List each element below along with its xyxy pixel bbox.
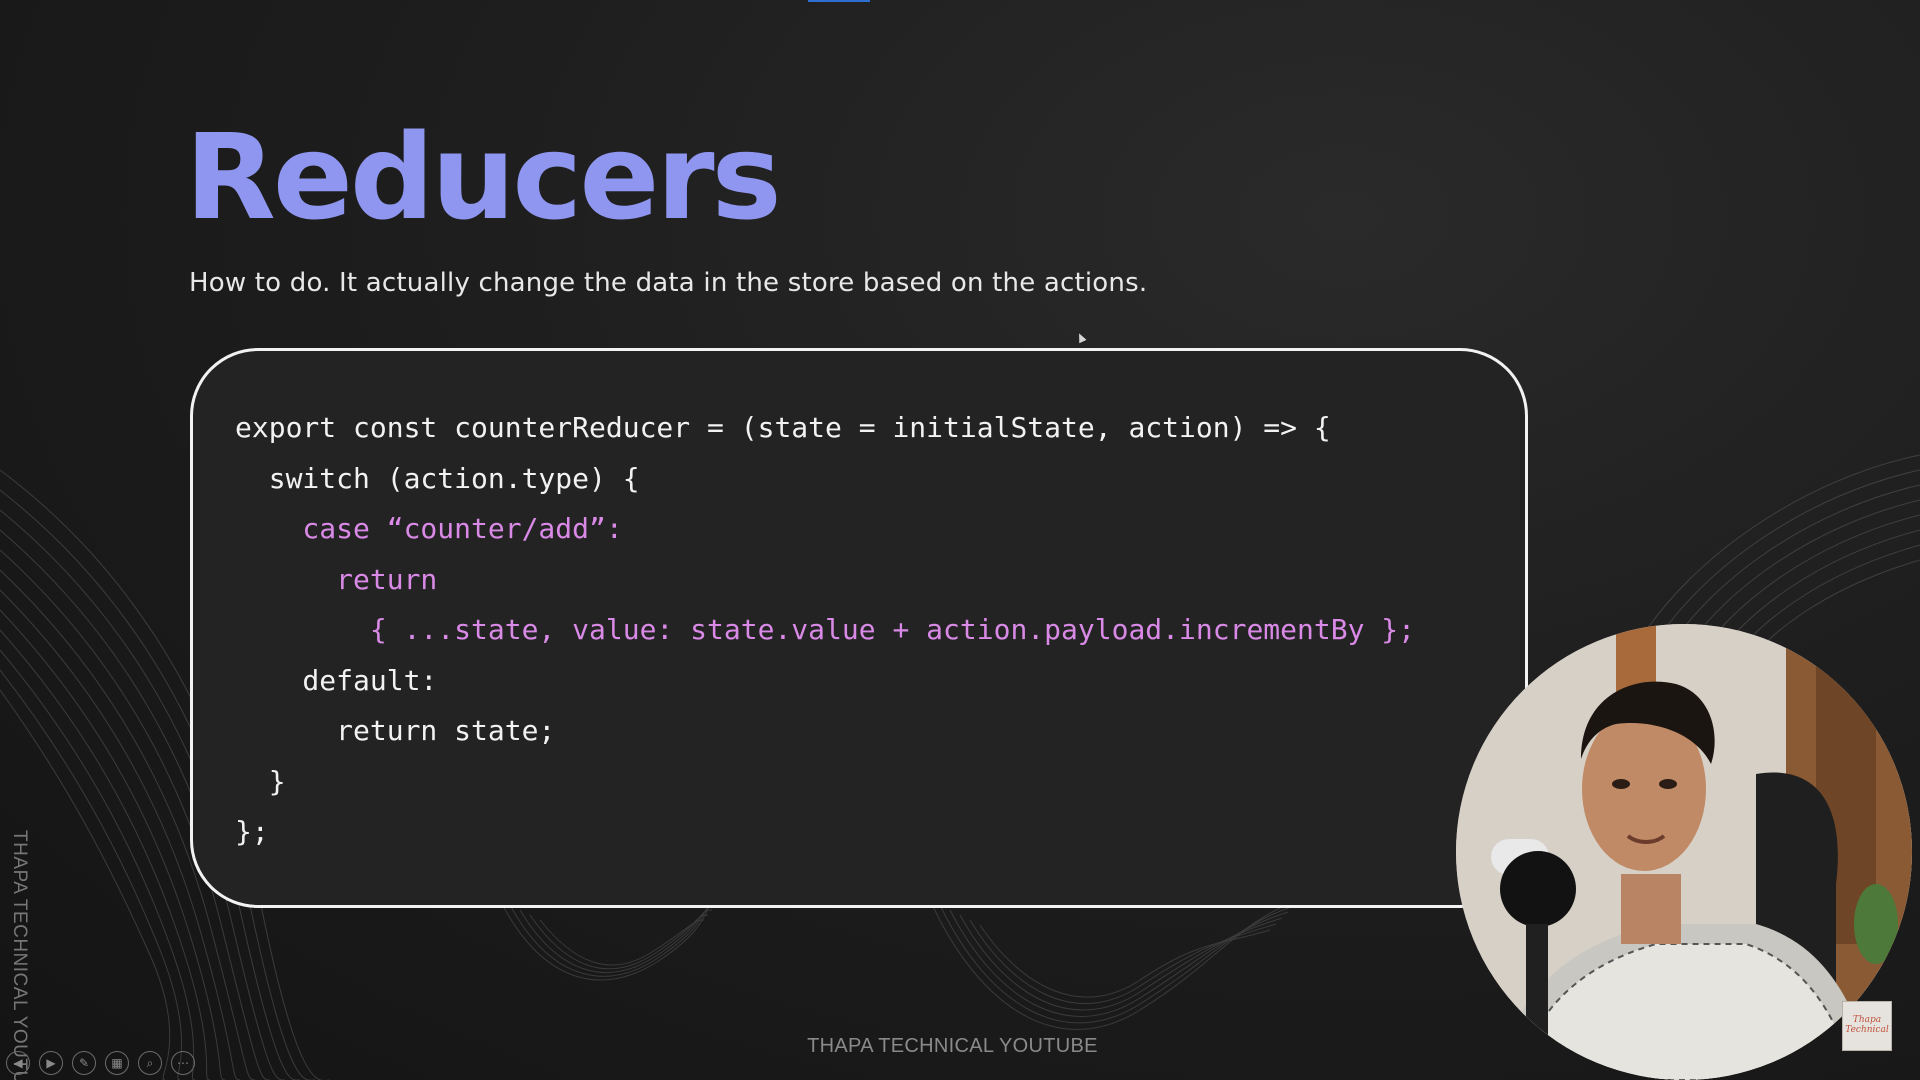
top-accent-line [808, 0, 870, 2]
more-options-icon[interactable]: ⋯ [171, 1051, 195, 1075]
presentation-slide: Reducers How to do. It actually change t… [0, 0, 1920, 1080]
code-line: case “counter/add”: [235, 512, 623, 545]
next-slide-icon[interactable]: ▶ [39, 1051, 63, 1075]
side-watermark: THAPA TECHNICAL YOUTUBE [9, 830, 30, 1080]
code-line: switch (action.type) { [235, 461, 640, 495]
code-line: } [235, 764, 286, 798]
code-line: }; [235, 815, 269, 848]
slide-title: Reducers [185, 108, 782, 246]
code-line: return [235, 562, 438, 596]
mouse-cursor-icon [1075, 331, 1087, 344]
pen-icon[interactable]: ✎ [72, 1051, 96, 1075]
zoom-icon[interactable]: ⌕ [138, 1051, 162, 1075]
code-line: { ...state, value: state.value + action.… [235, 613, 1416, 646]
code-block: export const counterReducer = (state = i… [190, 348, 1528, 908]
code-line: export const counterReducer = (state = i… [235, 411, 1331, 444]
channel-logo-text: Thapa Technical [1845, 1015, 1889, 1035]
previous-slide-icon[interactable]: ◀ [6, 1051, 30, 1075]
presenter-toolbar: ◀ ▶ ✎ ▦ ⌕ ⋯ [6, 1051, 195, 1075]
code-line: default: [235, 663, 438, 697]
slides-grid-icon[interactable]: ▦ [105, 1051, 129, 1075]
slide-subtitle: How to do. It actually change the data i… [189, 268, 1148, 298]
footer-watermark: THAPA TECHNICAL YOUTUBE [807, 1035, 1098, 1057]
code-line: return state; [235, 714, 556, 747]
code-content: export const counterReducer = (state = i… [235, 403, 1415, 858]
